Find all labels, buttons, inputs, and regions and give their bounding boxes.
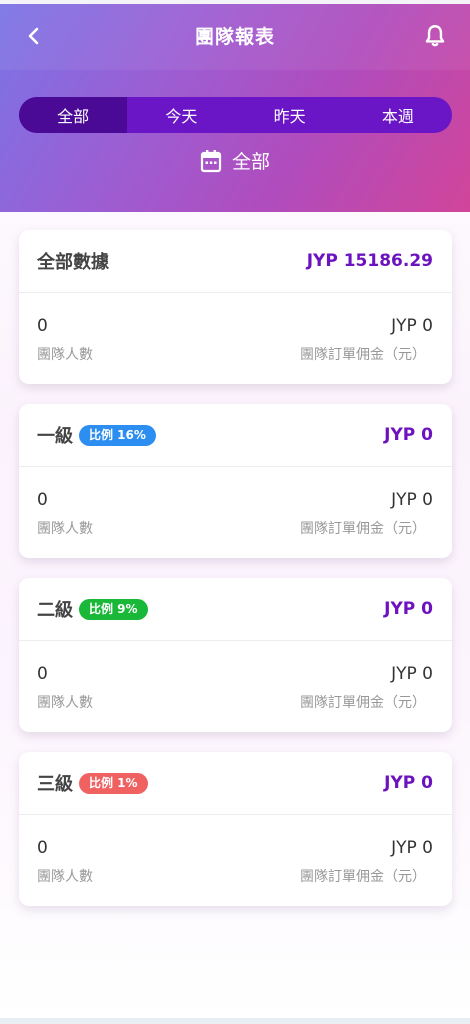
page-title: 團隊報表 — [194, 26, 275, 48]
card-title-text: 三級 — [37, 774, 73, 795]
tab-this-week[interactable]: 本週 — [344, 97, 452, 133]
team-members-value: 0 — [37, 664, 48, 684]
card-title: 三級 比例 1% — [37, 770, 148, 796]
card-body: 0 JYP 0 團隊人數 團隊訂單佣金（元） — [19, 293, 452, 383]
summary-card-level-3: 三級 比例 1% JYP 0 0 JYP 0 團隊人數 團隊訂單佣金（元） — [19, 752, 452, 906]
commission-value: JYP 0 — [391, 838, 433, 858]
commission-label: 團隊訂單佣金（元） — [300, 521, 426, 537]
team-members-value: 0 — [37, 838, 48, 858]
summary-card-all: 全部數據 JYP 15186.29 0 JYP 0 團隊人數 團隊訂單佣金（元） — [19, 230, 452, 384]
team-report-page: 團隊報表 全部 今天 昨天 本週 全部 全部數據 JYP 15186.29 0 … — [0, 0, 470, 1018]
date-filter[interactable]: 全部 — [0, 147, 470, 174]
commission-value: JYP 0 — [391, 664, 433, 684]
card-title: 全部數據 — [37, 248, 109, 274]
card-header: 一級 比例 16% JYP 0 — [19, 404, 452, 467]
card-title-text: 全部數據 — [37, 252, 109, 273]
team-members-value: 0 — [37, 316, 48, 336]
notification-button[interactable] — [422, 23, 448, 49]
commission-label: 團隊訂單佣金（元） — [300, 347, 426, 363]
commission-value: JYP 0 — [391, 490, 433, 510]
card-body: 0 JYP 0 團隊人數 團隊訂單佣金（元） — [19, 467, 452, 557]
commission-value: JYP 0 — [391, 316, 433, 336]
bell-icon — [425, 25, 445, 47]
commission-label: 團隊訂單佣金（元） — [300, 869, 426, 885]
status-strip — [0, 0, 470, 4]
ratio-badge: 比例 16% — [79, 424, 156, 446]
tab-yesterday[interactable]: 昨天 — [236, 97, 344, 133]
card-title: 一級 比例 16% — [37, 422, 156, 448]
card-title-text: 二級 — [37, 600, 73, 621]
ratio-badge: 比例 9% — [79, 598, 148, 620]
card-total-amount: JYP 0 — [384, 425, 433, 445]
summary-card-level-1: 一級 比例 16% JYP 0 0 JYP 0 團隊人數 團隊訂單佣金（元） — [19, 404, 452, 558]
summary-card-level-2: 二級 比例 9% JYP 0 0 JYP 0 團隊人數 團隊訂單佣金（元） — [19, 578, 452, 732]
card-title: 二級 比例 9% — [37, 596, 148, 622]
period-tabs: 全部 今天 昨天 本週 — [19, 97, 452, 133]
team-members-label: 團隊人數 — [37, 347, 93, 363]
card-total-amount: JYP 0 — [384, 599, 433, 619]
calendar-icon — [200, 149, 222, 172]
team-members-value: 0 — [37, 490, 48, 510]
tab-today[interactable]: 今天 — [127, 97, 235, 133]
date-filter-label: 全部 — [231, 151, 270, 173]
team-members-label: 團隊人數 — [37, 695, 93, 711]
card-body: 0 JYP 0 團隊人數 團隊訂單佣金（元） — [19, 815, 452, 905]
card-total-amount: JYP 15186.29 — [306, 251, 433, 271]
card-title-text: 一級 — [37, 426, 73, 447]
card-header: 三級 比例 1% JYP 0 — [19, 752, 452, 815]
card-body: 0 JYP 0 團隊人數 團隊訂單佣金（元） — [19, 641, 452, 731]
tab-all[interactable]: 全部 — [19, 97, 128, 133]
team-members-label: 團隊人數 — [37, 521, 93, 537]
ratio-badge: 比例 1% — [79, 772, 148, 794]
card-total-amount: JYP 0 — [384, 773, 433, 793]
card-header: 二級 比例 9% JYP 0 — [19, 578, 452, 641]
commission-label: 團隊訂單佣金（元） — [300, 695, 426, 711]
card-header: 全部數據 JYP 15186.29 — [19, 230, 452, 293]
team-members-label: 團隊人數 — [37, 869, 93, 885]
